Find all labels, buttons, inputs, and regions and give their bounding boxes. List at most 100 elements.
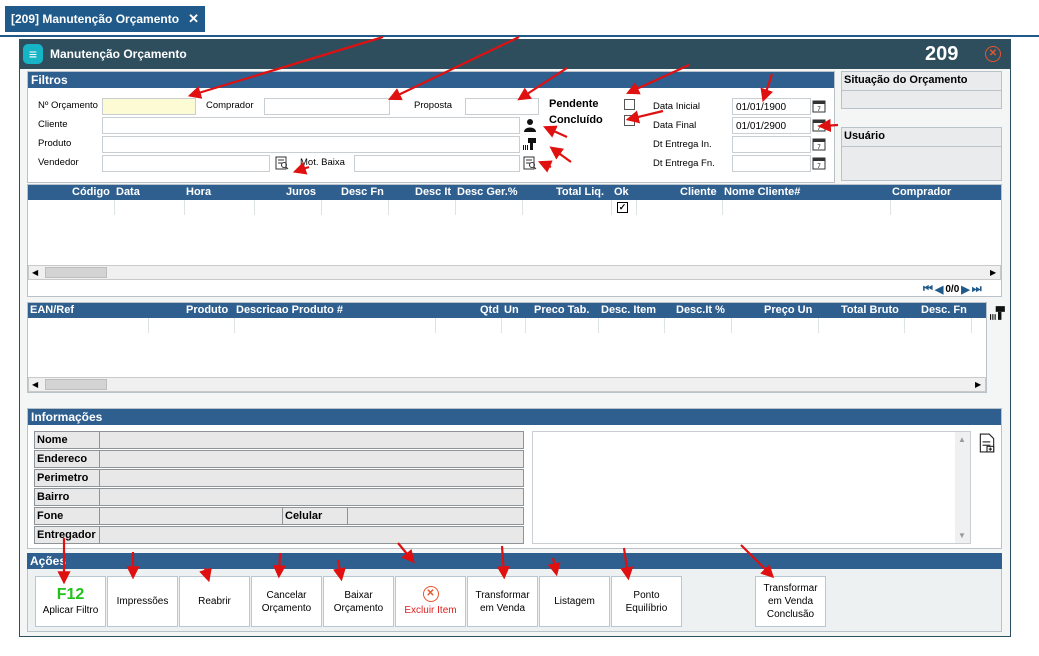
itens-grid-header: EAN/Ref Produto Descricao Produto # Qtd … xyxy=(28,303,986,318)
search-list-icon[interactable] xyxy=(523,156,537,170)
col-ok[interactable]: Ok xyxy=(614,186,629,198)
tab-manutencao-orcamento[interactable]: [209] Manutenção Orçamento ✕ xyxy=(5,6,205,32)
proposta-input[interactable] xyxy=(465,98,539,115)
col-juros[interactable]: Juros xyxy=(286,186,316,198)
window-title: Manutenção Orçamento xyxy=(50,47,187,61)
n-orcamento-input[interactable] xyxy=(102,98,196,115)
orcamentos-grid-hscrollbar[interactable]: ◀ ▶ xyxy=(28,265,1001,280)
situacao-title: Situação do Orçamento xyxy=(844,74,968,86)
usuario-box: Usuário xyxy=(841,127,1002,181)
ponto-equilibrio-button[interactable]: Ponto Equilíbrio xyxy=(611,576,682,627)
perimetro-row: Perimetro xyxy=(34,469,524,487)
vendedor-input[interactable] xyxy=(102,155,270,172)
produto-input[interactable] xyxy=(102,136,520,153)
col-desc-fn[interactable]: Desc. Fn xyxy=(921,304,967,316)
scroll-right-icon[interactable]: ▶ xyxy=(975,380,981,389)
col-data[interactable]: Data xyxy=(116,186,140,198)
col-descricao-produto[interactable]: Descricao Produto # xyxy=(236,304,343,316)
scroll-down-icon[interactable]: ▼ xyxy=(958,531,966,540)
scroll-thumb[interactable] xyxy=(45,267,107,278)
listagem-button[interactable]: Listagem xyxy=(539,576,610,627)
transformar-label-1: Transformar xyxy=(475,589,530,601)
col-comprador[interactable]: Comprador xyxy=(892,186,951,198)
person-icon[interactable] xyxy=(523,118,537,132)
data-final-label: Data Final xyxy=(653,120,697,131)
calendar-icon[interactable]: 7 xyxy=(812,156,826,170)
observacoes-textarea[interactable]: ▲ ▼ xyxy=(532,431,971,544)
transformar-em-venda-button[interactable]: Transformar em Venda xyxy=(467,576,538,627)
col-un[interactable]: Un xyxy=(504,304,519,316)
col-desc-ger[interactable]: Desc Ger.% xyxy=(457,186,518,198)
scroll-left-icon[interactable]: ◀ xyxy=(32,380,38,389)
col-codigo[interactable]: Código xyxy=(72,186,110,198)
baixar-label-1: Baixar xyxy=(344,589,373,601)
impressoes-button[interactable]: Impressões xyxy=(107,576,178,627)
ponto-label-1: Ponto xyxy=(633,589,660,601)
scroll-right-icon[interactable]: ▶ xyxy=(990,268,996,277)
informacoes-heading: Informações xyxy=(28,409,1001,425)
col-hora[interactable]: Hora xyxy=(186,186,211,198)
last-record-icon[interactable]: ⏭ xyxy=(972,283,982,296)
filtros-panel: Filtros Nº Orçamento Comprador Proposta … xyxy=(27,71,835,183)
aplicar-filtro-button[interactable]: F12 Aplicar Filtro xyxy=(35,576,106,627)
document-add-icon[interactable] xyxy=(978,433,996,453)
col-ean-ref[interactable]: EAN/Ref xyxy=(30,304,74,316)
calendar-icon[interactable]: 7 xyxy=(812,137,826,151)
col-preco-un[interactable]: Preço Un xyxy=(764,304,812,316)
dt-entrega-in-input[interactable] xyxy=(732,136,811,153)
tab-close-icon[interactable]: ✕ xyxy=(188,11,199,27)
baixar-label-2: Orçamento xyxy=(333,602,384,614)
reabrir-button[interactable]: Reabrir xyxy=(179,576,250,627)
pendente-checkbox[interactable] xyxy=(624,99,635,110)
dt-entrega-fn-label: Dt Entrega Fn. xyxy=(653,158,715,169)
baixar-orcamento-button[interactable]: Baixar Orçamento xyxy=(323,576,394,627)
data-inicial-input[interactable]: 01/01/1900 xyxy=(732,98,811,115)
itens-grid-hscrollbar[interactable]: ◀ ▶ xyxy=(28,377,986,392)
col-produto[interactable]: Produto xyxy=(186,304,228,316)
col-desc-it[interactable]: Desc It xyxy=(415,186,451,198)
calendar-icon[interactable]: 7 xyxy=(812,99,826,113)
impressoes-label: Impressões xyxy=(116,596,169,607)
scroll-up-icon[interactable]: ▲ xyxy=(958,435,966,444)
orcamentos-grid[interactable]: Código Data Hora Juros Desc Fn Desc It D… xyxy=(27,184,1002,297)
col-preco-tab[interactable]: Preco Tab. xyxy=(534,304,589,316)
comprador-input[interactable] xyxy=(264,98,390,115)
window-close-icon[interactable]: ✕ xyxy=(985,46,1001,62)
cancelar-orcamento-button[interactable]: Cancelar Orçamento xyxy=(251,576,322,627)
transformar-venda-conclusao-button[interactable]: Transformar em Venda Conclusão xyxy=(755,576,826,627)
col-nome-cliente[interactable]: Nome Cliente# xyxy=(724,186,800,198)
col-cliente[interactable]: Cliente xyxy=(680,186,717,198)
prev-record-icon[interactable]: ◀ xyxy=(935,283,943,296)
col-desc-item[interactable]: Desc. Item xyxy=(601,304,656,316)
search-list-icon[interactable] xyxy=(275,156,289,170)
col-desc-fn[interactable]: Desc Fn xyxy=(341,186,384,198)
col-desc-it-pct[interactable]: Desc.It % xyxy=(676,304,725,316)
bairro-row: Bairro xyxy=(34,488,524,506)
first-record-icon[interactable]: ⏮ xyxy=(923,283,933,296)
ok-checkbox[interactable]: ✓ xyxy=(617,202,628,213)
itens-grid[interactable]: EAN/Ref Produto Descricao Produto # Qtd … xyxy=(27,302,987,393)
scroll-thumb[interactable] xyxy=(45,379,107,390)
entregador-label: Entregador xyxy=(37,529,96,541)
barcode-scanner-icon[interactable] xyxy=(990,304,1006,322)
transconc-label-3: Conclusão xyxy=(766,609,815,620)
excluir-item-button[interactable]: ✕ Excluir Item xyxy=(395,576,466,627)
col-qtd[interactable]: Qtd xyxy=(480,304,499,316)
filtros-heading: Filtros xyxy=(28,72,834,88)
scroll-left-icon[interactable]: ◀ xyxy=(32,268,38,277)
cliente-input[interactable] xyxy=(102,117,520,134)
nome-label: Nome xyxy=(37,434,68,446)
next-record-icon[interactable]: ▶ xyxy=(961,283,969,296)
col-total-liq[interactable]: Total Liq. xyxy=(556,186,604,198)
vscrollbar[interactable]: ▲ ▼ xyxy=(955,432,970,543)
data-final-input[interactable]: 01/01/2900 xyxy=(732,117,811,134)
mot-baixa-input[interactable] xyxy=(354,155,520,172)
mot-baixa-label: Mot. Baixa xyxy=(300,157,345,168)
dt-entrega-fn-input[interactable] xyxy=(732,155,811,172)
col-total-bruto[interactable]: Total Bruto xyxy=(841,304,899,316)
record-counter: 0/0 xyxy=(945,283,960,295)
concluido-checkbox[interactable] xyxy=(624,115,635,126)
listagem-label: Listagem xyxy=(554,596,595,607)
barcode-scanner-icon[interactable] xyxy=(523,137,537,151)
calendar-icon[interactable]: 7 xyxy=(812,118,826,132)
